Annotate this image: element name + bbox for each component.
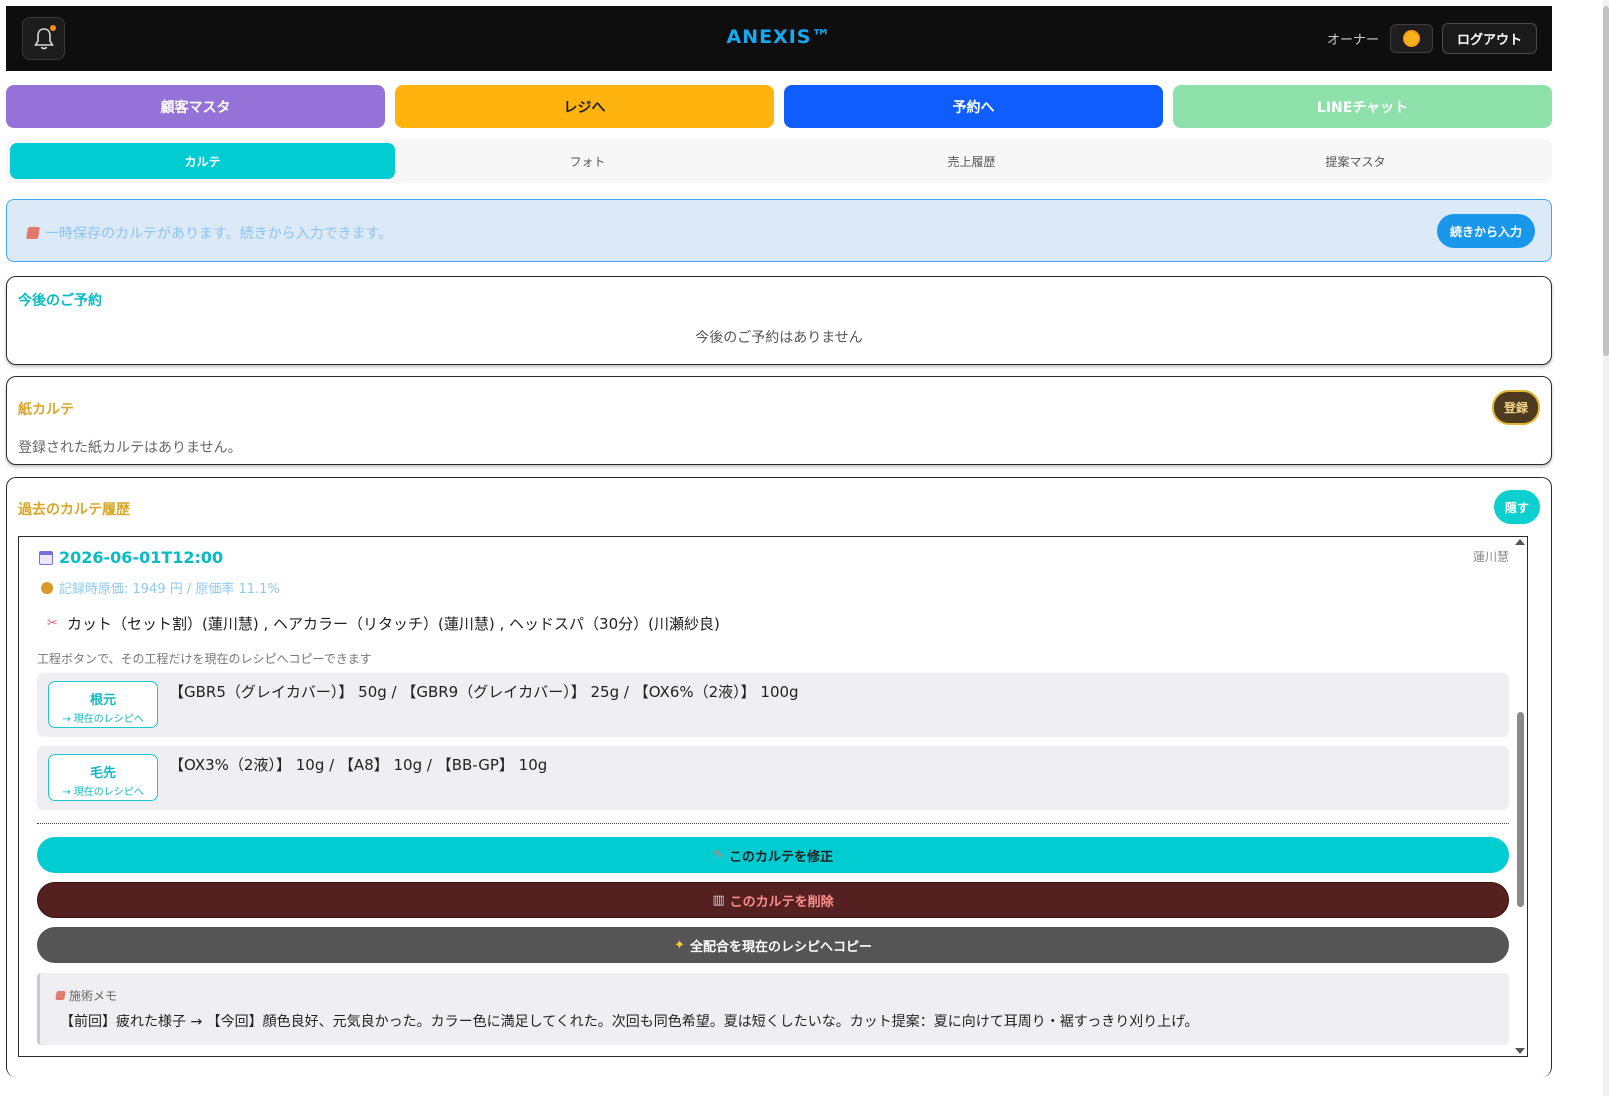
copy-hint: 工程ボタンで、その工程だけを現在のレシピへコピーできます xyxy=(37,652,372,666)
app-header: ANEXIS™ オーナー ログアウト xyxy=(6,6,1552,71)
tab-photo[interactable]: フォト xyxy=(395,143,780,179)
draft-banner: 一時保存のカルテがあります。続きから入力できます。 続きから入力 xyxy=(6,199,1552,262)
reservation-button[interactable]: 予約へ xyxy=(784,85,1163,128)
scissors-icon: ✂ xyxy=(47,615,58,631)
tips-recipe: 【OX3%（2液）】 10g / 【A8】 10g / 【BB-GP】 10g xyxy=(169,756,548,774)
paper-karte-title: 紙カルテ xyxy=(18,402,74,418)
tab-sales-history[interactable]: 売上履歴 xyxy=(779,143,1164,179)
paper-empty: 登録された紙カルテはありません。 xyxy=(18,440,242,456)
upcoming-reservations-card: 今後のご予約 今後のご予約はありません xyxy=(6,276,1552,365)
entry-services: カット（セット割）(蓮川慧) , ヘアカラー（リタッチ）(蓮川慧) , ヘッドス… xyxy=(67,615,720,633)
upcoming-empty: 今後のご予約はありません xyxy=(695,330,863,346)
step-copy-label: → 現在のレシピへ xyxy=(62,714,144,725)
step-copy-label: → 現在のレシピへ xyxy=(62,787,144,798)
copy-all-recipe-button[interactable]: ✦ 全配合を現在のレシピへコピー xyxy=(37,927,1509,963)
entry-cost: 記録時原価: 1949 円 / 原価率 11.1% xyxy=(59,582,280,597)
scroll-thumb[interactable] xyxy=(1517,712,1524,907)
brand-logo: ANEXIS™ xyxy=(726,26,832,48)
scroll-down-icon[interactable] xyxy=(1515,1048,1525,1054)
entry-date-row: 2026-06-01T12:00 xyxy=(39,548,223,567)
line-chat-button[interactable]: LINEチャット xyxy=(1173,85,1552,128)
customer-master-button[interactable]: 顧客マスタ xyxy=(6,85,385,128)
memo-icon xyxy=(25,227,41,239)
entry-services-row: ✂ カット（セット割）(蓮川慧) , ヘアカラー（リタッチ）(蓮川慧) , ヘッ… xyxy=(47,613,720,634)
divider xyxy=(37,823,1509,824)
entry-cost-row: 記録時原価: 1949 円 / 原価率 11.1% xyxy=(41,578,280,597)
memo-label-row: 施術メモ xyxy=(55,987,118,1004)
memo-text: 【前回】疲れた様子 → 【今回】顔色良好、元気良かった。カラー色に満足してくれた… xyxy=(60,1014,1199,1030)
edit-label: このカルテを修正 xyxy=(728,849,833,865)
recipe-row-tips: 毛先 → 現在のレシピへ 【OX3%（2液）】 10g / 【A8】 10g /… xyxy=(37,746,1509,810)
register-button[interactable]: レジへ xyxy=(395,85,774,128)
paper-karte-card: 紙カルテ 登録 登録された紙カルテはありません。 xyxy=(6,376,1552,465)
notification-badge xyxy=(50,25,56,31)
history-card: 過去のカルテ履歴 隠す 2026-06-01T12:00 蓮川慧 記録時原価: … xyxy=(6,477,1552,1077)
logout-button[interactable]: ログアウト xyxy=(1441,23,1537,54)
edit-karte-button[interactable]: ✎ このカルテを修正 xyxy=(37,837,1509,873)
copy-tips-step-button[interactable]: 毛先 → 現在のレシピへ xyxy=(48,754,158,801)
entry-staff: 蓮川慧 xyxy=(1472,550,1509,564)
money-bag-icon xyxy=(41,581,53,594)
theme-toggle-button[interactable] xyxy=(1389,24,1433,53)
recipe-row-root: 根元 → 現在のレシピへ 【GBR5（グレイカバー）】 50g / 【GBR9（… xyxy=(37,673,1509,737)
user-role: オーナー xyxy=(1326,33,1379,48)
trash-icon: ▥ xyxy=(712,892,725,908)
root-recipe: 【GBR5（グレイカバー）】 50g / 【GBR9（グレイカバー）】 25g … xyxy=(169,683,799,701)
treatment-memo: 施術メモ 【前回】疲れた様子 → 【今回】顔色良好、元気良かった。カラー色に満足… xyxy=(37,973,1509,1045)
register-paper-button[interactable]: 登録 xyxy=(1492,390,1540,425)
upcoming-title: 今後のご予約 xyxy=(18,293,102,309)
tab-karte[interactable]: カルテ xyxy=(10,143,395,179)
pencil-icon: ✎ xyxy=(713,847,724,863)
memo-label: 施術メモ xyxy=(69,989,118,1003)
tab-proposal-master[interactable]: 提案マスタ xyxy=(1163,143,1548,179)
history-title: 過去のカルテ履歴 xyxy=(18,502,130,518)
sparkles-icon: ✦ xyxy=(674,937,685,953)
copy-root-step-button[interactable]: 根元 → 現在のレシピへ xyxy=(48,681,158,728)
calendar-icon xyxy=(39,550,53,565)
hide-history-button[interactable]: 隠す xyxy=(1494,490,1540,524)
header-actions: オーナー ログアウト xyxy=(1327,23,1537,54)
memo-icon xyxy=(55,991,66,1000)
scroll-up-icon[interactable] xyxy=(1515,539,1525,545)
copy-all-label: 全配合を現在のレシピへコピー xyxy=(689,939,872,955)
page-scroll-thumb[interactable] xyxy=(1603,6,1609,356)
page-scrollbar[interactable] xyxy=(1603,0,1609,1096)
step-name: 根元 xyxy=(89,693,116,708)
step-name: 毛先 xyxy=(89,766,116,781)
entry-datetime: 2026-06-01T12:00 xyxy=(59,548,224,567)
continue-input-button[interactable]: 続きから入力 xyxy=(1437,214,1535,248)
draft-message-text: 一時保存のカルテがあります。続きから入力できます。 xyxy=(45,226,393,242)
draft-message: 一時保存のカルテがあります。続きから入力できます。 xyxy=(25,223,393,243)
sun-icon xyxy=(1404,32,1418,45)
tab-bar: カルテ フォト 売上履歴 提案マスタ xyxy=(6,139,1552,183)
delete-karte-button[interactable]: ▥ このカルテを削除 xyxy=(37,882,1509,918)
history-entry: 2026-06-01T12:00 蓮川慧 記録時原価: 1949 円 / 原価率… xyxy=(18,536,1528,1057)
delete-label: このカルテを削除 xyxy=(729,894,834,910)
history-scrollbar[interactable] xyxy=(1514,537,1527,1056)
notification-button[interactable] xyxy=(22,17,65,60)
